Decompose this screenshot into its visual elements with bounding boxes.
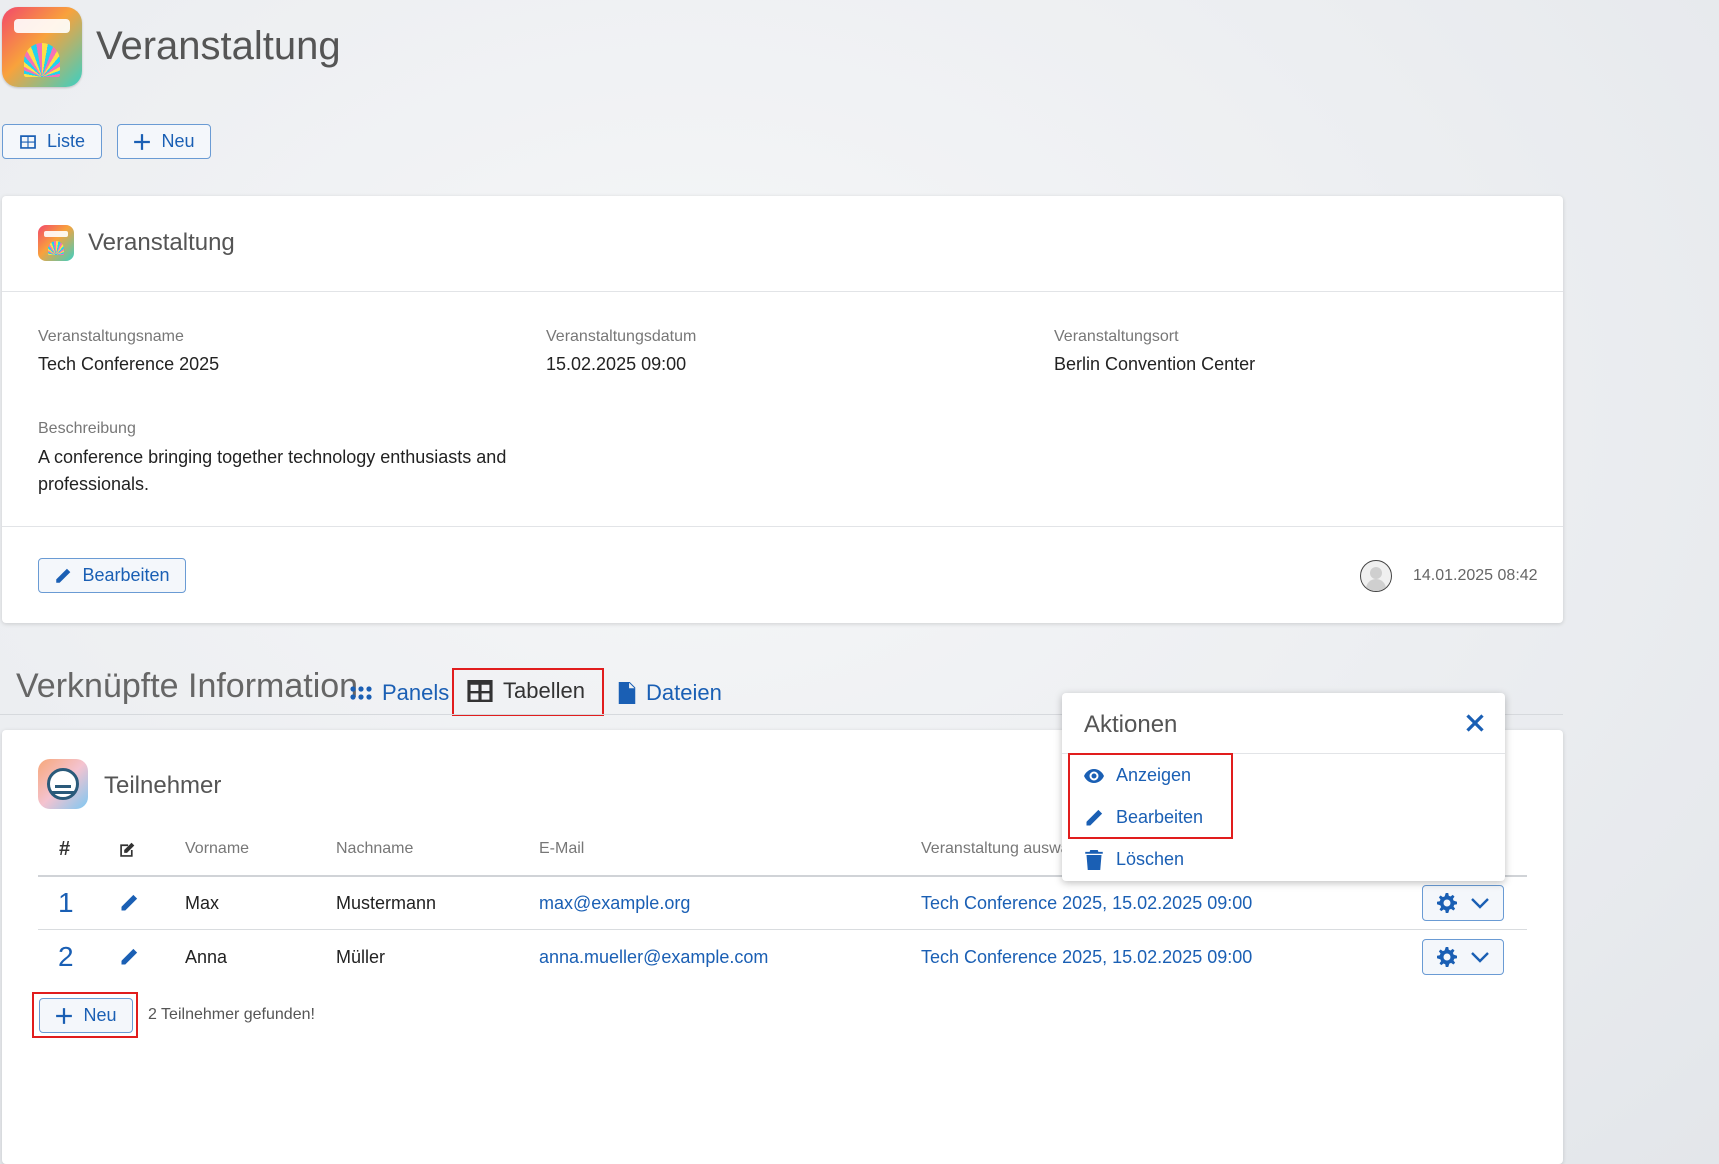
edit-event-button[interactable]: Bearbeiten xyxy=(38,558,186,593)
cell-email-link[interactable]: anna.mueller@example.com xyxy=(539,947,768,968)
table-icon xyxy=(467,680,493,702)
chevron-down-icon xyxy=(1471,898,1489,909)
page-title: Veranstaltung xyxy=(96,24,341,68)
col-header-lastname: Nachname xyxy=(336,840,414,857)
field-value-description: A conference bringing together technolog… xyxy=(38,447,507,494)
row-number[interactable]: 1 xyxy=(58,887,74,919)
tab-tables[interactable]: Tabellen xyxy=(467,678,585,704)
cell-event-link[interactable]: Tech Conference 2025, 15.02.2025 09:00 xyxy=(921,947,1252,968)
cell-firstname: Anna xyxy=(185,947,228,967)
participants-icon xyxy=(38,759,88,809)
cell-lastname: Müller xyxy=(336,947,386,967)
action-edit-label: Bearbeiten xyxy=(1116,807,1204,827)
tab-panels[interactable]: Panels xyxy=(350,680,449,706)
new-button-label: Neu xyxy=(161,131,195,151)
chevron-down-icon xyxy=(1471,952,1489,963)
cell-email-link[interactable]: max@example.org xyxy=(539,893,690,914)
actions-popover: Aktionen Anzeigen Bearbeiten Löschen xyxy=(1062,693,1505,881)
eye-icon xyxy=(1084,768,1104,783)
plus-icon xyxy=(56,1007,73,1024)
results-count: 2 Teilnehmer gefunden! xyxy=(148,1006,315,1023)
field-label-name: Veranstaltungsname xyxy=(38,328,184,345)
field-value-location: Berlin Convention Center xyxy=(1054,354,1256,374)
app-logo-icon xyxy=(2,7,82,87)
cell-event-link[interactable]: Tech Conference 2025, 15.02.2025 09:00 xyxy=(921,893,1252,914)
col-header-number: # xyxy=(59,838,71,860)
field-label-location: Veranstaltungsort xyxy=(1054,328,1179,345)
new-button[interactable]: Neu xyxy=(117,124,211,159)
field-value-date: 15.02.2025 09:00 xyxy=(546,354,687,374)
field-label-date: Veranstaltungsdatum xyxy=(546,328,697,345)
tab-tables-label: Tabellen xyxy=(503,678,585,703)
list-button-label: Liste xyxy=(46,131,86,151)
edit-column-icon xyxy=(120,842,135,857)
pencil-icon xyxy=(56,568,71,583)
row-actions-button[interactable] xyxy=(1422,885,1504,921)
pencil-icon[interactable] xyxy=(119,893,139,913)
pencil-icon[interactable] xyxy=(119,947,139,967)
avatar xyxy=(1360,560,1392,592)
event-icon xyxy=(38,225,74,261)
grid-icon xyxy=(350,686,372,700)
table-icon xyxy=(20,134,36,149)
new-participant-button-label: Neu xyxy=(83,1005,117,1025)
col-header-firstname: Vorname xyxy=(185,840,250,857)
new-participant-button[interactable]: Neu xyxy=(39,998,133,1033)
action-view-label: Anzeigen xyxy=(1116,765,1192,785)
tab-files-label: Dateien xyxy=(646,680,722,705)
field-label-description: Beschreibung xyxy=(38,420,136,437)
close-icon[interactable] xyxy=(1465,713,1485,733)
gear-icon xyxy=(1437,893,1457,913)
col-header-email: E-Mail xyxy=(539,840,585,857)
participants-title: Teilnehmer xyxy=(104,772,222,799)
detail-card-title: Veranstaltung xyxy=(88,229,235,256)
list-button[interactable]: Liste xyxy=(2,124,102,159)
action-edit[interactable]: Bearbeiten xyxy=(1084,807,1203,828)
field-value-name: Tech Conference 2025 xyxy=(38,354,220,374)
pencil-icon xyxy=(1086,809,1103,825)
edit-event-button-label: Bearbeiten xyxy=(82,565,170,585)
cell-lastname: Mustermann xyxy=(336,893,437,913)
trash-icon xyxy=(1085,849,1103,870)
cell-firstname: Max xyxy=(185,893,220,913)
action-delete-label: Löschen xyxy=(1116,849,1185,869)
row-actions-button[interactable] xyxy=(1422,939,1504,975)
plus-icon xyxy=(134,133,151,150)
file-icon xyxy=(618,682,636,704)
popover-title: Aktionen xyxy=(1084,711,1178,738)
row-number[interactable]: 2 xyxy=(58,941,74,973)
action-view[interactable]: Anzeigen xyxy=(1084,765,1191,786)
gear-icon xyxy=(1437,947,1457,967)
action-delete[interactable]: Löschen xyxy=(1084,849,1184,870)
related-section-title: Verknüpfte Information xyxy=(16,667,359,705)
col-header-event: Veranstaltung auswäh xyxy=(921,840,1079,857)
tab-files[interactable]: Dateien xyxy=(618,680,722,706)
modified-timestamp: 14.01.2025 08:42 xyxy=(1413,567,1538,584)
detail-card: Veranstaltung Veranstaltungsname Tech Co… xyxy=(2,196,1563,623)
tab-panels-label: Panels xyxy=(382,680,450,705)
